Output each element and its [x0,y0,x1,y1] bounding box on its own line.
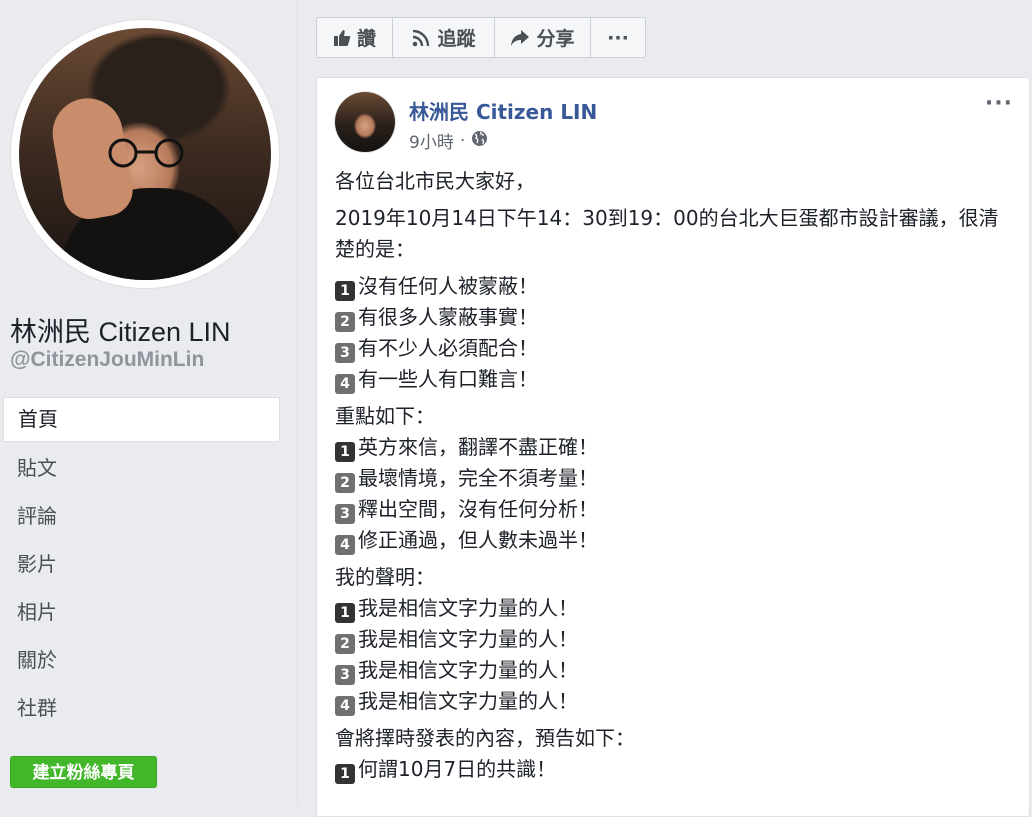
nav-item-home[interactable]: 首頁 [3,397,280,442]
list-4: 會將擇時發表的內容，預告如下： 1 何謂10月7日的共識！ [335,723,1005,785]
thumbs-up-icon [333,29,351,47]
nav-item-reviews[interactable]: 評論 [3,493,280,541]
post-author-name[interactable]: 林洲民 Citizen LIN [409,96,597,125]
number-2-icon: 2 [335,634,355,654]
nav-item-community[interactable]: 社群 [3,685,280,733]
number-3-icon: 3 [335,665,355,685]
profile-picture[interactable] [11,20,279,288]
follow-button[interactable]: 追蹤 [393,18,495,57]
list-heading: 會將擇時發表的內容，預告如下： [335,726,635,750]
share-button[interactable]: 分享 [495,18,591,57]
nav-item-photos[interactable]: 相片 [3,589,280,637]
list-item: 3 有不少人必須配合！ [335,333,1005,364]
number-4-icon: 4 [335,374,355,394]
nav-item-about[interactable]: 關於 [3,637,280,685]
create-page-button[interactable]: 建立粉絲專頁 [10,756,157,788]
list-heading: 我的聲明： [335,565,435,589]
list-item: 2 有很多人蒙蔽事實！ [335,302,1005,333]
number-2-icon: 2 [335,473,355,493]
follow-label: 追蹤 [437,28,476,50]
more-actions-label: ··· [607,26,629,49]
like-button[interactable]: 讚 [317,18,393,57]
list-3: 我的聲明： 1 我是相信文字力量的人！ 2 我是相信文字力量的人！ 3 我是相信文字力… [335,562,1005,717]
number-1-icon: 1 [335,764,355,784]
post-timestamp[interactable]: 9小時 [409,128,454,153]
list-item: 2 我是相信文字力量的人！ [335,624,1005,655]
list-item: 4 有一些人有口難言！ [335,364,1005,395]
post-meta: 9小時 · [409,128,488,153]
list-item: 1 沒有任何人被蒙蔽！ [335,271,1005,302]
list-heading: 重點如下： [335,404,435,428]
nav-item-videos[interactable]: 影片 [3,541,280,589]
page-action-bar: 讚 追蹤 分享 ··· [316,17,646,58]
list-item: 2 最壞情境，完全不須考量！ [335,463,1005,494]
number-3-icon: 3 [335,504,355,524]
number-4-icon: 4 [335,696,355,716]
post-author-avatar[interactable] [335,92,395,152]
rss-icon [411,28,431,48]
list-item: 3 釋出空間，沒有任何分析！ [335,494,1005,525]
globe-icon[interactable] [471,130,488,152]
nav-item-posts[interactable]: 貼文 [3,445,280,493]
list-item: 4 我是相信文字力量的人！ [335,686,1005,717]
column-divider [297,0,298,804]
number-1-icon: 1 [335,281,355,301]
number-1-icon: 1 [335,603,355,623]
profile-photo [19,28,271,280]
post-body: 各位台北市民大家好， 2019年10月14日下午14：30到19：00的台北大巨… [335,166,1005,791]
list-item: 4 修正通過，但人數未過半！ [335,525,1005,556]
page-handle[interactable]: @CitizenJouMinLin [10,348,204,372]
left-column: 林洲民 Citizen LIN @CitizenJouMinLin 首頁 貼文 … [0,0,298,804]
meta-separator: · [459,130,466,151]
page-name[interactable]: 林洲民 Citizen LIN [10,310,231,349]
share-arrow-icon [510,29,530,47]
list-item: 1 英方來信，翻譯不盡正確！ [335,432,1005,463]
list-1: 1 沒有任何人被蒙蔽！ 2 有很多人蒙蔽事實！ 3 有不少人必須配合！ 4 有一些人有口… [335,271,1005,395]
list-item: 3 我是相信文字力量的人！ [335,655,1005,686]
list-item: 1 何謂10月7日的共識！ [335,754,1005,785]
number-4-icon: 4 [335,535,355,555]
number-3-icon: 3 [335,343,355,363]
post-greeting: 各位台北市民大家好， [335,169,535,193]
like-label: 讚 [356,28,376,50]
post-intro: 2019年10月14日下午14：30到19：00的台北大巨蛋都市設計審議，很清楚… [335,206,999,261]
number-2-icon: 2 [335,312,355,332]
post-options-button[interactable]: ··· [985,93,1013,115]
number-1-icon: 1 [335,442,355,462]
more-actions-button[interactable]: ··· [591,18,645,57]
post-card: 林洲民 Citizen LIN 9小時 · ··· 各位台北市民大家好， 201… [316,77,1030,817]
share-label: 分享 [536,28,575,50]
page-nav: 首頁 貼文 評論 影片 相片 關於 社群 [3,397,280,733]
list-item: 1 我是相信文字力量的人！ [335,593,1005,624]
list-2: 重點如下： 1 英方來信，翻譯不盡正確！ 2 最壞情境，完全不須考量！ 3 釋出空間，… [335,401,1005,556]
